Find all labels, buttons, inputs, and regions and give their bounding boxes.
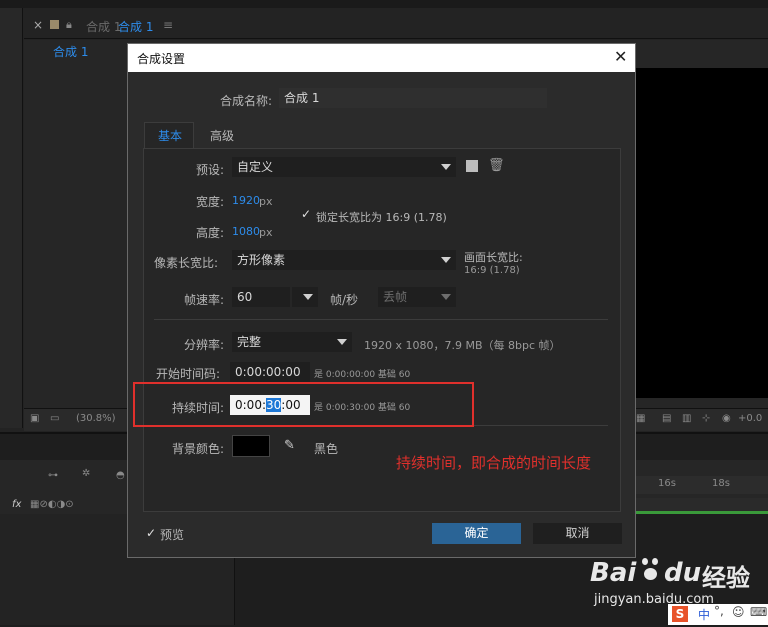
ok-button[interactable]: 确定 (432, 523, 521, 544)
paw-icon (640, 556, 662, 582)
height-value[interactable]: 1080 (232, 225, 260, 238)
composition-tab-bar: × 🔒︎ 合成 1 合成 1 ≡ (24, 14, 768, 39)
resolution-value: 完整 (237, 335, 262, 349)
frame-rate-value: 60 (237, 290, 253, 304)
bg-color-swatch[interactable] (232, 435, 270, 457)
keyboard-icon[interactable]: ⌨ (750, 605, 767, 619)
chevron-down-icon (441, 257, 451, 263)
dialog-title-bar: 合成设置 ✕ (128, 44, 635, 72)
composition-settings-dialog: 合成设置 ✕ 合成名称: 合成 1 基本 高级 预设: 自定义 🗑︎ 宽度: 1… (127, 43, 636, 558)
frame-rate-label: 帧速率: (184, 293, 225, 307)
eyedropper-icon[interactable]: ✎ (284, 438, 295, 453)
layer-bar-area (636, 498, 768, 511)
region-icon[interactable]: ▣ (30, 413, 39, 424)
tab-menu-icon[interactable]: ≡ (163, 18, 173, 32)
drop-frame-dropdown[interactable]: 丢帧 (378, 287, 456, 307)
chevron-down-icon (441, 294, 451, 300)
grid-icon[interactable]: ▦ (636, 413, 645, 424)
pixel-aspect-dropdown[interactable]: 方形像素 (232, 250, 456, 270)
frame-aspect-label: 画面长宽比: (464, 251, 523, 264)
frame-rate-input[interactable]: 60 (232, 287, 290, 307)
frame-rate-unit: 帧/秒 (330, 293, 359, 307)
watermark-brand-2: du (664, 558, 702, 588)
trash-icon[interactable]: 🗑︎ (488, 158, 505, 173)
height-label: 高度: (196, 226, 225, 240)
ime-mode[interactable]: 中 (698, 606, 710, 623)
exposure-value[interactable]: +0.0 (738, 413, 762, 424)
start-timecode-input[interactable]: 0:00:00:00 (230, 362, 310, 382)
divider (154, 319, 608, 320)
start-timecode-label: 开始时间码: (156, 367, 221, 381)
close-tab-icon[interactable]: × (33, 18, 43, 32)
zoom-level[interactable]: (30.8%) (76, 413, 116, 424)
width-unit: px (259, 195, 273, 208)
fx-icon[interactable]: fx (12, 499, 21, 510)
comp-tab-title[interactable]: 合成 1 (118, 18, 153, 35)
project-panel (0, 8, 23, 428)
drop-frame-value: 丢帧 (383, 290, 408, 304)
time-ruler[interactable]: 16s 18s (636, 476, 768, 494)
render-icon[interactable]: ▥ (682, 413, 691, 424)
pixel-aspect-label: 像素长宽比: (154, 256, 219, 270)
flowchart-icon[interactable]: ⊹ (702, 413, 710, 424)
comp-tab-prefix: 合成 1 (86, 20, 122, 34)
tab-basic[interactable]: 基本 (144, 122, 194, 148)
ruler-tick-18s: 18s (712, 478, 730, 489)
preset-dropdown[interactable]: 自定义 (232, 157, 456, 177)
lock-icon: 🔒︎ (66, 18, 72, 31)
resolution-info: 1920 x 1080，7.9 MB（每 8bpc 帧） (364, 339, 561, 352)
duration-highlight-box (133, 382, 474, 427)
draft-3d-icon[interactable]: ✲ (82, 468, 90, 479)
frame-rate-dropdown[interactable] (292, 287, 318, 307)
app-top-strip (0, 0, 768, 8)
width-value[interactable]: 1920 (232, 194, 260, 207)
height-unit: px (259, 226, 273, 239)
dialog-title: 合成设置 (137, 52, 186, 66)
sogou-icon: S (672, 606, 688, 622)
chevron-down-icon (441, 164, 451, 170)
watermark-brand: Bai (590, 558, 637, 588)
snapshot-icon[interactable]: ▤ (662, 413, 671, 424)
switches-icons[interactable]: ▦⊘◐◑⊙ (30, 499, 74, 510)
frame-aspect-value: 16:9 (1.78) (464, 265, 520, 276)
emoji-icon[interactable]: ☺ (732, 605, 745, 619)
color-label-icon (50, 20, 59, 29)
comp-flowchart-icon[interactable]: ⊶ (48, 470, 58, 481)
preset-label: 预设: (196, 163, 225, 177)
viewer-comp-label[interactable]: 合成 1 (53, 43, 88, 60)
motion-blur-icon[interactable]: ◓ (116, 470, 125, 481)
resolution-label: 分辨率: (184, 338, 225, 352)
exposure-icon[interactable]: ◉ (722, 413, 731, 424)
tab-advanced[interactable]: 高级 (196, 122, 246, 147)
comp-name-input[interactable]: 合成 1 (279, 88, 547, 108)
punctuation-icon[interactable]: °, (714, 604, 724, 618)
ruler-tick-16s: 16s (658, 478, 676, 489)
lock-aspect-label: 锁定长宽比为 16:9 (1.78) (316, 211, 447, 224)
monitor-icon[interactable]: ▭ (50, 413, 59, 424)
viewer-canvas (636, 68, 768, 398)
tab-advanced-label: 高级 (210, 129, 235, 143)
annotation-text: 持续时间，即合成的时间长度 (396, 454, 592, 472)
close-icon[interactable]: ✕ (614, 47, 627, 66)
lock-aspect-checkbox[interactable]: ✓ (301, 208, 311, 220)
start-timecode-info: 是 0:00:00:00 基础 60 (314, 370, 411, 380)
preset-value: 自定义 (237, 160, 274, 174)
width-label: 宽度: (196, 195, 225, 209)
preview-checkbox[interactable]: ✓ (146, 527, 156, 539)
pixel-aspect-value: 方形像素 (237, 253, 286, 267)
work-area-bar[interactable] (636, 511, 768, 514)
resolution-dropdown[interactable]: 完整 (232, 332, 352, 352)
cancel-button[interactable]: 取消 (533, 523, 622, 544)
bg-color-name: 黑色 (314, 442, 339, 456)
comp-name-label: 合成名称: (220, 94, 273, 108)
ime-status-bar[interactable]: S 中 °, ☺ ⌨ (668, 604, 768, 625)
preview-label: 预览 (160, 528, 185, 542)
save-preset-icon[interactable] (466, 160, 478, 172)
chevron-down-icon (337, 339, 347, 345)
chevron-down-icon (303, 294, 313, 300)
layer-switches-header: fx ▦⊘◐◑⊙ (0, 498, 127, 514)
bg-color-label: 背景颜色: (172, 442, 225, 456)
watermark-product: 经验 (702, 564, 750, 592)
tab-basic-label: 基本 (158, 129, 183, 143)
